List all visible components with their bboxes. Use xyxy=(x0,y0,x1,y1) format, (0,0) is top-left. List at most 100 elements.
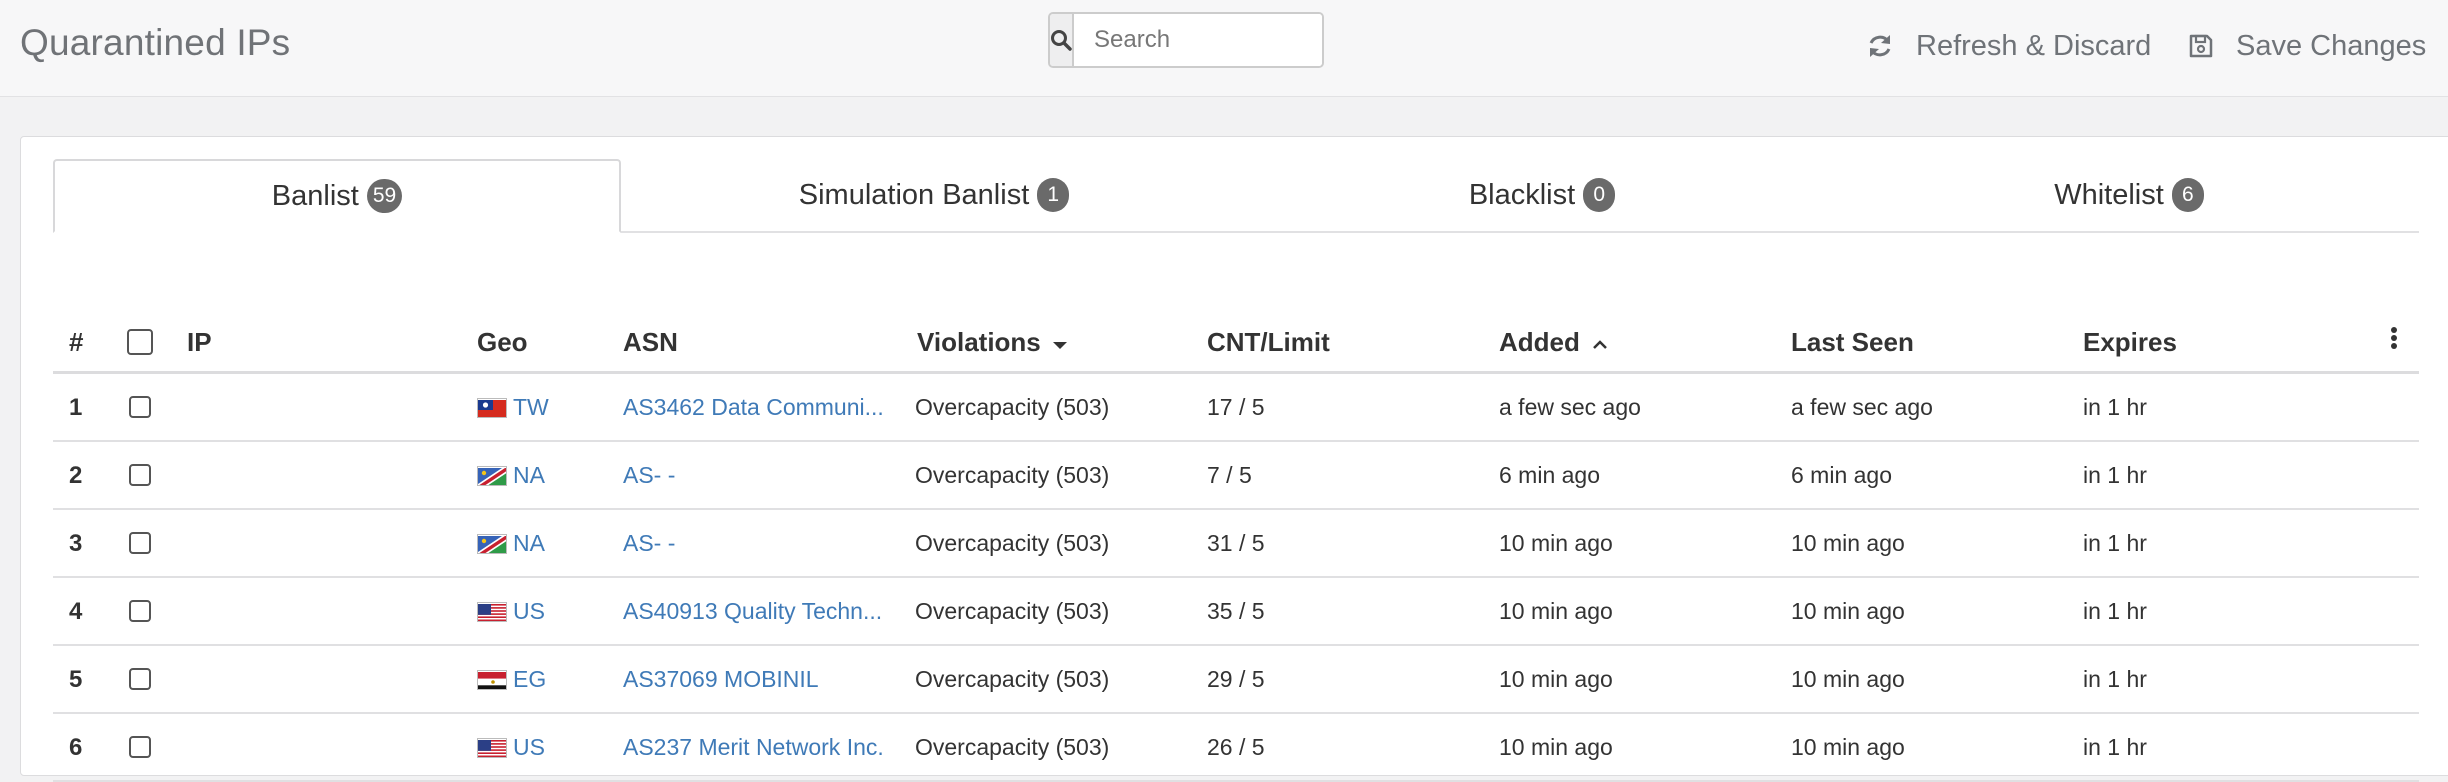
column-header-asn[interactable]: ASN xyxy=(623,327,678,358)
tab-whitelist-label: Whitelist xyxy=(2054,178,2164,211)
row-expires: in 1 hr xyxy=(2083,462,2147,488)
refresh-discard-label: Refresh & Discard xyxy=(1916,29,2152,62)
row-number: 1 xyxy=(69,394,83,421)
table-row[interactable]: 3 NA AS- - Overcapacity (503) 31 / 5 10 … xyxy=(53,510,2419,578)
column-header-expires[interactable]: Expires xyxy=(2083,327,2177,358)
tab-simulation-banlist-count-badge: 1 xyxy=(1037,178,1070,212)
column-header-added[interactable]: Added xyxy=(1499,327,1609,358)
tab-blacklist-count-badge: 0 xyxy=(1583,178,1616,212)
row-checkbox[interactable] xyxy=(129,464,151,486)
row-expires: in 1 hr xyxy=(2083,598,2147,624)
table-row[interactable]: 2 NA AS- - Overcapacity (503) 7 / 5 6 mi… xyxy=(53,442,2419,510)
row-expires: in 1 hr xyxy=(2083,734,2147,760)
row-last-seen: 10 min ago xyxy=(1791,666,1905,692)
row-geo: US xyxy=(477,598,545,625)
tab-simulation-banlist[interactable]: Simulation Banlist 1 xyxy=(623,159,1245,231)
row-added: 10 min ago xyxy=(1499,734,1613,760)
column-header-violations[interactable]: Violations xyxy=(917,327,1068,358)
tab-banlist[interactable]: Banlist 59 xyxy=(53,159,621,233)
column-header-last-seen[interactable]: Last Seen xyxy=(1791,327,1914,358)
row-number: 2 xyxy=(69,462,83,489)
row-country-link[interactable]: NA xyxy=(513,530,545,556)
select-all-checkbox[interactable] xyxy=(127,329,153,355)
table-row[interactable]: 5 EG AS37069 MOBINIL Overcapacity (503) … xyxy=(53,646,2419,714)
tab-blacklist-label: Blacklist xyxy=(1468,178,1576,211)
row-cnt-limit: 35 / 5 xyxy=(1207,598,1265,624)
row-geo: EG xyxy=(477,666,546,693)
row-country-link[interactable]: US xyxy=(513,598,545,624)
row-checkbox[interactable] xyxy=(129,532,151,554)
tab-whitelist[interactable]: Whitelist 6 xyxy=(1839,159,2419,231)
banlist-table: # IP Geo ASN Violations CNT/Limit Added … xyxy=(53,307,2419,782)
row-asn-link[interactable]: AS- - xyxy=(623,462,675,489)
column-header-geo[interactable]: Geo xyxy=(477,327,528,358)
row-expires: in 1 hr xyxy=(2083,666,2147,692)
table-header-row: # IP Geo ASN Violations CNT/Limit Added … xyxy=(53,307,2419,374)
table-row[interactable]: 6 US AS237 Merit Network Inc. Overcapaci… xyxy=(53,714,2419,782)
row-asn-link[interactable]: AS- - xyxy=(623,530,675,557)
table-row[interactable]: 4 US AS40913 Quality Techn... Overcapaci… xyxy=(53,578,2419,646)
row-country-link[interactable]: NA xyxy=(513,462,545,488)
na-flag-icon xyxy=(477,466,507,486)
row-cnt-limit: 26 / 5 xyxy=(1207,734,1265,760)
refresh-icon xyxy=(1869,35,1891,57)
row-asn-link[interactable]: AS237 Merit Network Inc. xyxy=(623,734,884,761)
row-added: 10 min ago xyxy=(1499,598,1613,624)
row-last-seen: 6 min ago xyxy=(1791,462,1893,488)
floppy-disk-icon xyxy=(2189,34,2213,58)
row-violations: Overcapacity (503) xyxy=(915,462,1110,488)
row-number: 6 xyxy=(69,734,83,761)
row-checkbox[interactable] xyxy=(129,736,151,758)
column-header-number: # xyxy=(69,327,84,357)
caret-down-icon xyxy=(1053,342,1068,349)
row-geo: US xyxy=(477,734,545,761)
row-checkbox[interactable] xyxy=(129,668,151,690)
column-header-violations-label: Violations xyxy=(917,327,1041,357)
row-last-seen: 10 min ago xyxy=(1791,598,1905,624)
row-last-seen: 10 min ago xyxy=(1791,530,1905,556)
row-last-seen: a few sec ago xyxy=(1791,394,1933,420)
tab-bar: Banlist 59 Simulation Banlist 1 Blacklis… xyxy=(53,159,2419,233)
row-geo: NA xyxy=(477,530,545,557)
row-checkbox[interactable] xyxy=(129,396,151,418)
row-asn-link[interactable]: AS40913 Quality Techn... xyxy=(623,598,882,625)
row-geo: NA xyxy=(477,462,545,489)
row-country-link[interactable]: TW xyxy=(513,394,549,420)
kebab-menu-icon[interactable] xyxy=(2389,325,2399,351)
row-number: 4 xyxy=(69,598,83,625)
row-added: 10 min ago xyxy=(1499,666,1613,692)
tab-whitelist-count-badge: 6 xyxy=(2171,178,2204,212)
tab-banlist-label: Banlist xyxy=(271,179,359,212)
row-checkbox[interactable] xyxy=(129,600,151,622)
na-flag-icon xyxy=(477,534,507,554)
column-header-added-label: Added xyxy=(1499,327,1580,357)
column-header-ip[interactable]: IP xyxy=(187,327,212,358)
row-country-link[interactable]: US xyxy=(513,734,545,760)
row-geo: TW xyxy=(477,394,549,421)
save-changes-label: Save Changes xyxy=(2236,29,2427,62)
row-asn-link[interactable]: AS37069 MOBINIL xyxy=(623,666,819,693)
search-input[interactable] xyxy=(1074,14,1322,66)
row-expires: in 1 hr xyxy=(2083,394,2147,420)
row-number: 5 xyxy=(69,666,83,693)
refresh-discard-button[interactable]: Refresh & Discard xyxy=(1866,24,2151,68)
row-violations: Overcapacity (503) xyxy=(915,394,1110,420)
save-changes-button[interactable]: Save Changes xyxy=(2188,24,2426,68)
row-cnt-limit: 17 / 5 xyxy=(1207,394,1265,420)
column-header-cnt-limit[interactable]: CNT/Limit xyxy=(1207,327,1330,358)
chevron-up-icon xyxy=(1593,340,1608,349)
row-country-link[interactable]: EG xyxy=(513,666,546,692)
tab-blacklist[interactable]: Blacklist 0 xyxy=(1247,159,1837,231)
page-header: Quarantined IPs Refresh & Discard Save C… xyxy=(0,0,2448,97)
us-flag-icon xyxy=(477,738,507,758)
row-last-seen: 10 min ago xyxy=(1791,734,1905,760)
row-cnt-limit: 7 / 5 xyxy=(1207,462,1252,488)
row-asn-link[interactable]: AS3462 Data Communi... xyxy=(623,394,884,421)
row-violations: Overcapacity (503) xyxy=(915,598,1110,624)
search-button[interactable] xyxy=(1050,14,1074,66)
tab-banlist-count-badge: 59 xyxy=(366,179,403,213)
row-violations: Overcapacity (503) xyxy=(915,734,1110,760)
table-row[interactable]: 1 TW AS3462 Data Communi... Overcapacity… xyxy=(53,374,2419,442)
row-added: 10 min ago xyxy=(1499,530,1613,556)
row-violations: Overcapacity (503) xyxy=(915,530,1110,556)
